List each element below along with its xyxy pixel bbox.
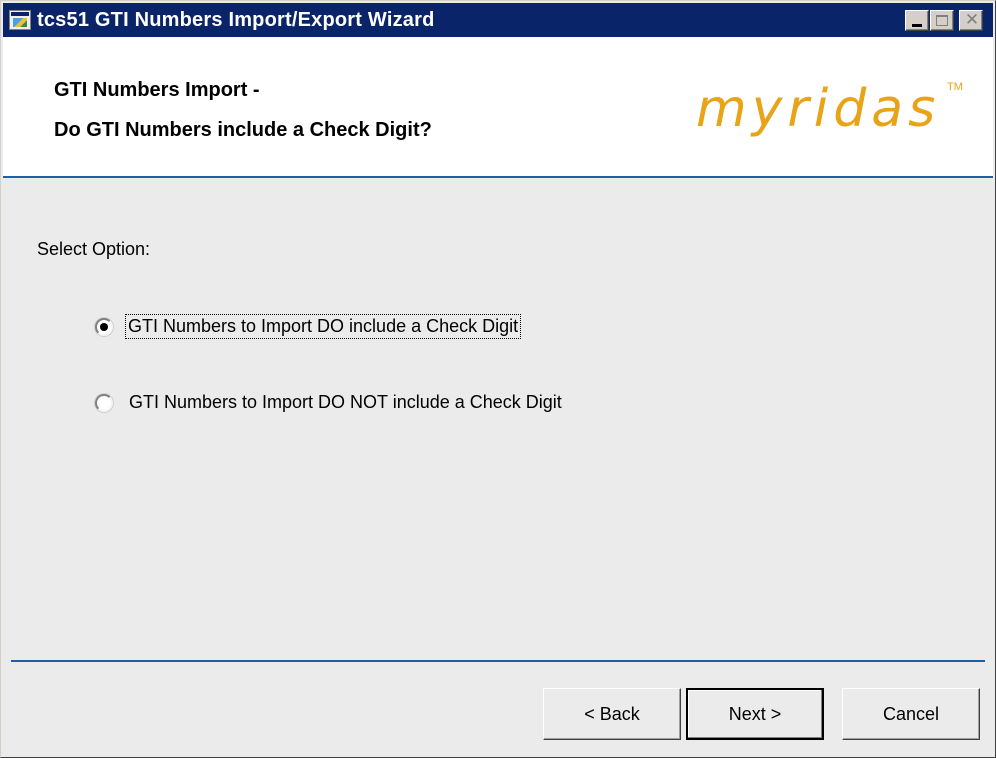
next-button[interactable]: Next > (686, 688, 824, 740)
maximize-button[interactable] (930, 10, 954, 31)
option-label[interactable]: GTI Numbers to Import DO include a Check… (125, 314, 522, 339)
option-label[interactable]: GTI Numbers to Import DO NOT include a C… (127, 391, 564, 414)
close-icon: ✕ (964, 10, 980, 30)
app-window-icon[interactable] (9, 10, 31, 30)
wizard-header: GTI Numbers Import - Do GTI Numbers incl… (3, 37, 993, 178)
radio-selected-dot (100, 322, 108, 331)
minimize-icon (912, 24, 922, 27)
title-bar[interactable]: tcs51 GTI Numbers Import/Export Wizard ✕ (3, 3, 993, 37)
radio-exclude-check-digit[interactable] (95, 393, 113, 412)
step-title: GTI Numbers Import - (54, 79, 260, 101)
wizard-window: tcs51 GTI Numbers Import/Export Wizard ✕… (0, 0, 996, 758)
radio-include-check-digit[interactable] (95, 317, 113, 336)
maximize-icon (936, 15, 948, 26)
step-question: Do GTI Numbers include a Check Digit? (54, 119, 432, 141)
select-option-label: Select Option: (37, 239, 151, 259)
brand-logo: myridas (696, 79, 941, 139)
trademark-mark: TM (947, 81, 963, 93)
minimize-button[interactable] (905, 10, 929, 31)
footer-divider (11, 660, 985, 662)
option-exclude-check-digit[interactable]: GTI Numbers to Import DO NOT include a C… (95, 391, 564, 414)
window-title: tcs51 GTI Numbers Import/Export Wizard (37, 9, 435, 31)
option-include-check-digit[interactable]: GTI Numbers to Import DO include a Check… (95, 314, 522, 339)
back-button[interactable]: < Back (543, 688, 681, 740)
close-button[interactable]: ✕ (959, 10, 983, 31)
cancel-button[interactable]: Cancel (842, 688, 980, 740)
